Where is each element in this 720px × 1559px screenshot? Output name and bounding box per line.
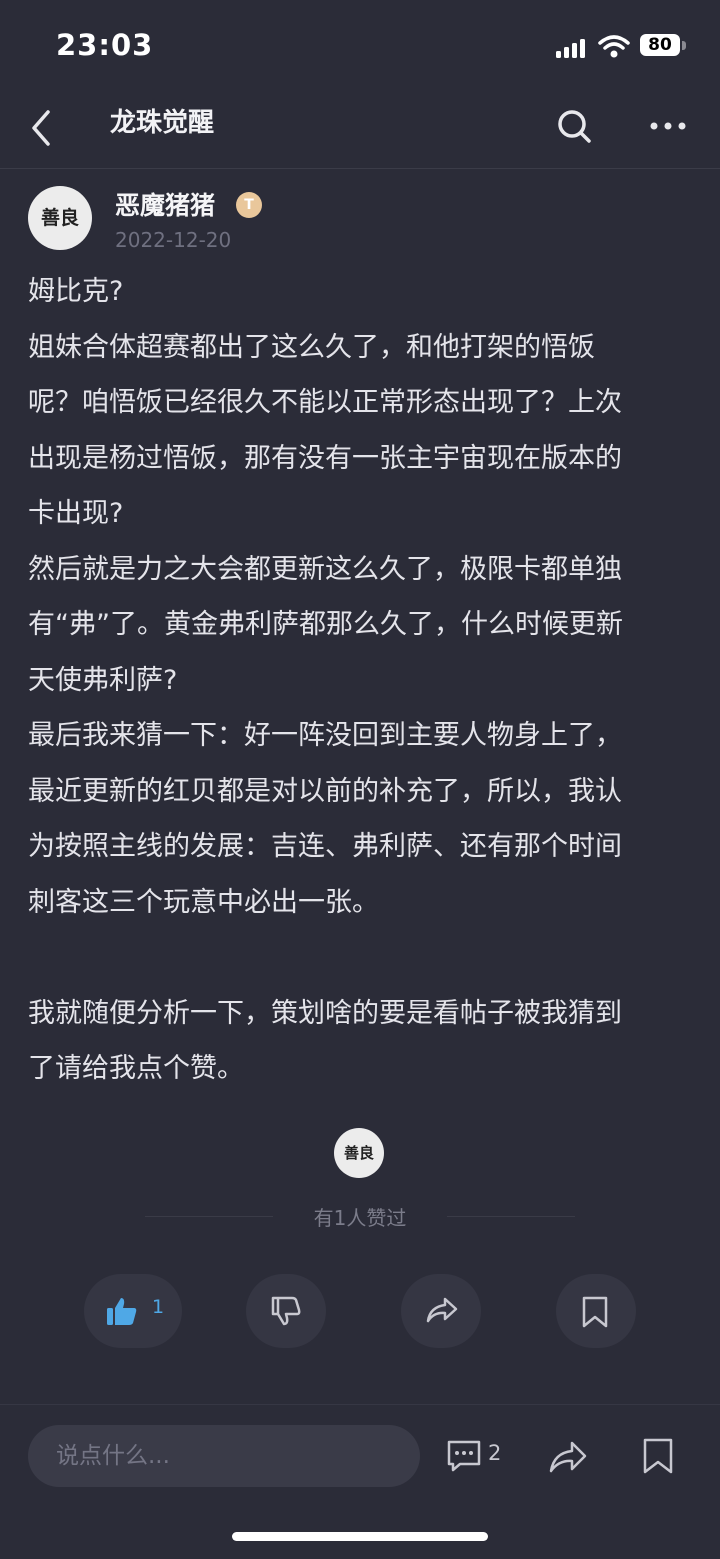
post-line: 卡出现? [28,498,124,529]
post-line: 姆比克? [28,276,124,307]
share-icon [426,1297,458,1323]
post-line: 最后我来猜一下：好一阵没回到主要人物身上了， [28,720,622,751]
bookmark-icon[interactable] [640,1437,676,1475]
status-time: 23:03 [56,28,154,62]
author-name[interactable]: 恶魔猪猪 [115,186,215,222]
comment-input[interactable] [28,1425,420,1487]
post-line: 我就随便分析一下，策划啥的要是看帖子被我猜到 [28,997,622,1029]
thumbs-down-icon [271,1296,301,1326]
comment-count: 2 [488,1441,502,1465]
post-line: 呢？咱悟饭已经很久不能以正常形态出现了？上次 [28,387,622,418]
post-line: 天使弗利萨? [28,664,178,696]
battery-cap [682,41,686,50]
post-line: 了请给我点个赞。 [28,1053,244,1084]
like-count: 1 [152,1296,165,1318]
signal-icon [556,39,585,58]
post-line: 有“弗”了。黄金弗利萨都那么久了，什么时候更新 [28,609,623,640]
like-button[interactable]: 1 [84,1274,182,1348]
post-line: 然后就是力之大会都更新这么久了，极限卡都单独 [28,553,622,585]
post-line: 最近更新的红贝都是对以前的补充了，所以，我认 [28,775,622,807]
home-indicator[interactable] [232,1532,488,1541]
thumbs-up-icon [107,1298,137,1325]
post-body: 姆比克? 姐妹合体超赛都出了这么久了，和他打架的悟饭 呢？咱悟饭已经很久不能以正… [28,264,692,1097]
back-arrow-icon[interactable] [26,106,66,150]
page-title: 龙珠觉醒 [110,108,215,138]
author-avatar[interactable]: 善良 [28,186,92,250]
comment-icon [447,1440,481,1472]
share-icon[interactable] [548,1439,588,1475]
wifi-icon [598,35,630,58]
nav-bar: 龙珠觉醒 [0,92,720,169]
post-blank-line [28,930,692,986]
search-icon[interactable] [554,106,594,146]
share-button[interactable] [401,1274,481,1348]
post-line: 刺客这三个玩意中必出一张。 [28,886,379,918]
battery-indicator: 80 [640,34,680,56]
bookmark-icon [582,1296,608,1328]
post-line: 姐妹合体超赛都出了这么久了，和他打架的悟饭 [28,331,595,363]
more-options-icon[interactable] [646,114,690,138]
liker-avatar[interactable]: 善良 [334,1128,384,1178]
likes-summary[interactable]: 有1人赞过 [0,1202,720,1231]
post-line: 为按照主线的发展：吉连、弗利萨、还有那个时间 [28,831,622,862]
dislike-button[interactable] [246,1274,326,1348]
post-author: 善良 恶魔猪猪 T 2022-12-20 [28,186,688,256]
comments-button[interactable]: 2 [446,1439,506,1475]
post-date: 2022-12-20 [115,228,232,252]
level-badge: T [236,192,262,218]
status-bar: 23:03 80 [0,0,720,92]
favorite-button[interactable] [556,1274,636,1348]
post-line: 出现是杨过悟饭，那有没有一张主宇宙现在版本的 [28,442,622,474]
